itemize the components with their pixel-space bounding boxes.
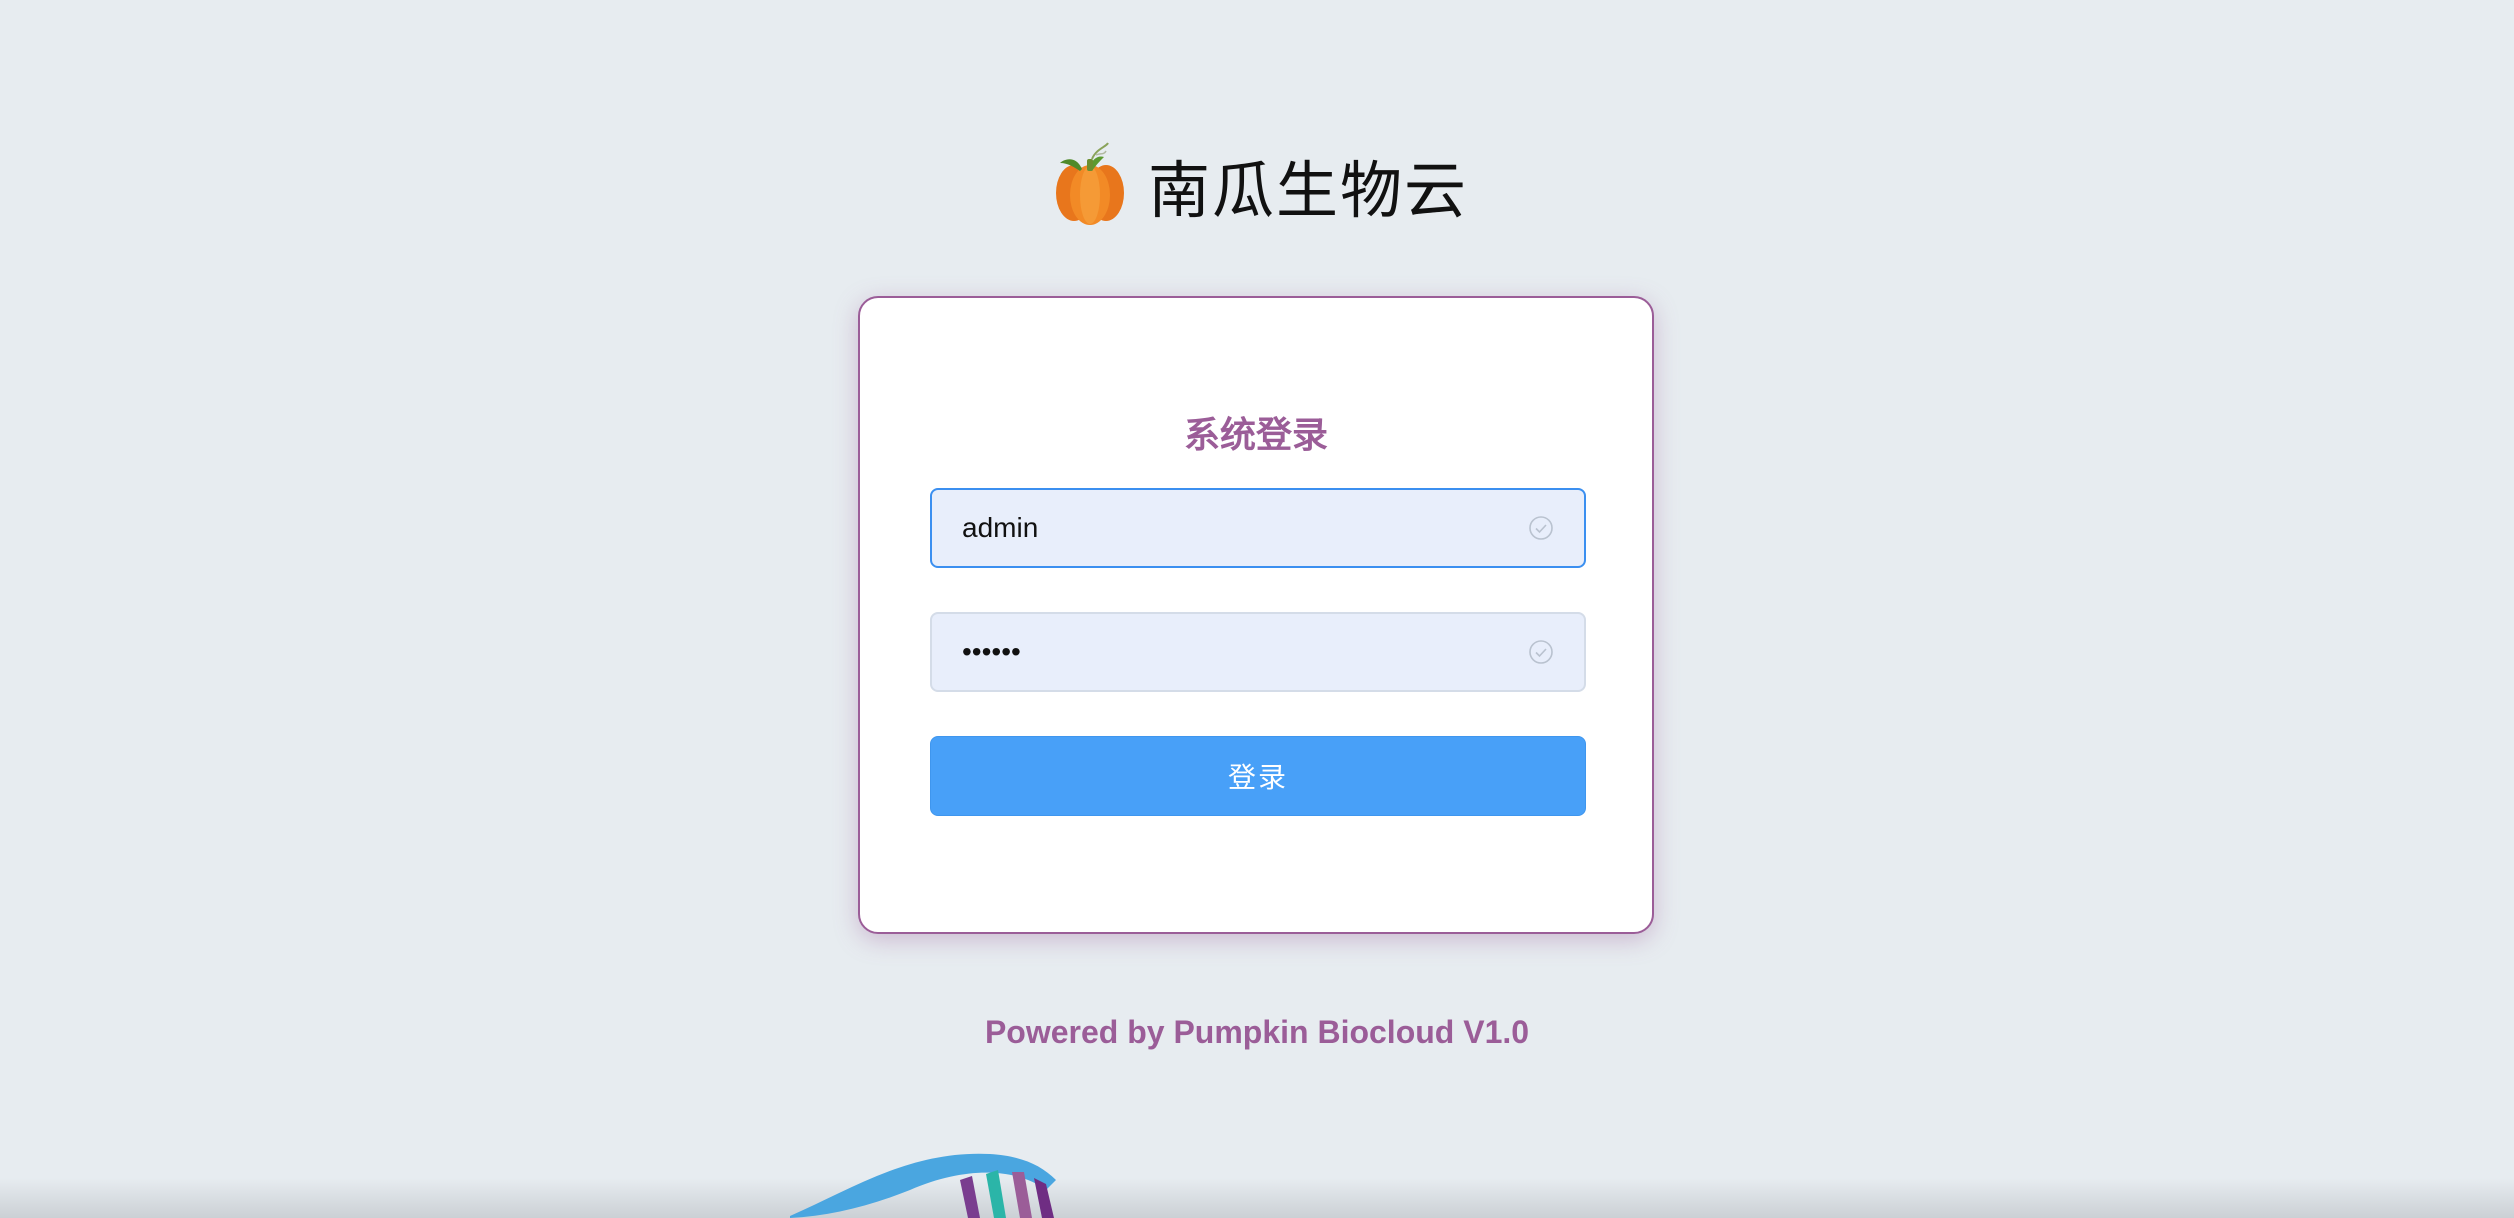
footer-credit: Powered by Pumpkin Biocloud V1.0 — [984, 1014, 1530, 1050]
dna-helix-icon — [790, 1153, 1056, 1218]
password-field[interactable] — [930, 612, 1586, 692]
username-field[interactable] — [930, 488, 1586, 568]
login-page: 南瓜生物云 系统登录 登录 Powered by Pumpkin Bioclou… — [0, 0, 2514, 1218]
password-input[interactable] — [962, 636, 1528, 668]
brand-title: 南瓜生物云 — [1147, 154, 1468, 227]
login-card: 系统登录 登录 — [858, 296, 1654, 934]
username-input[interactable] — [962, 512, 1528, 544]
check-circle-icon — [1529, 516, 1553, 540]
pumpkin-icon — [1055, 142, 1124, 225]
brand-header: 南瓜生物云 — [0, 140, 2514, 230]
bottom-shade — [0, 1178, 2514, 1218]
login-button[interactable]: 登录 — [930, 736, 1586, 816]
login-title: 系统登录 — [1183, 415, 1328, 456]
check-circle-icon — [1529, 640, 1553, 664]
